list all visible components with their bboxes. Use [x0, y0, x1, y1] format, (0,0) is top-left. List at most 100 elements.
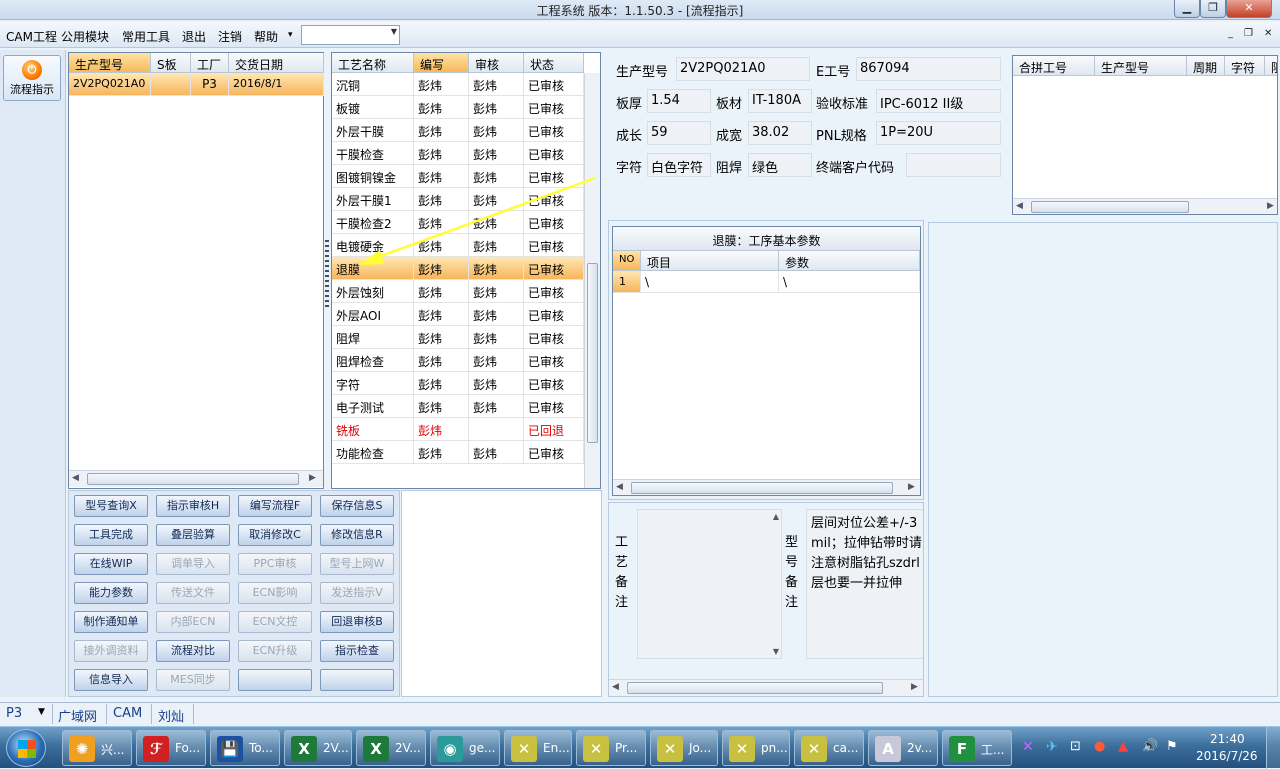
action-button-10[interactable]: 调单导入	[156, 553, 230, 575]
mdi-close-icon[interactable]: ✕	[1264, 28, 1272, 39]
splitter-handle[interactable]	[325, 240, 329, 310]
action-button-17[interactable]: 制作通知单	[74, 611, 148, 633]
col-header-factory[interactable]: 工厂	[191, 53, 229, 73]
tray-network-icon[interactable]: ⊡	[1070, 739, 1081, 754]
show-desktop-button[interactable]	[1266, 727, 1280, 769]
action-button-15[interactable]: ECN影响	[238, 582, 312, 604]
action-button-25[interactable]: 信息导入	[74, 669, 148, 691]
status-factory[interactable]: P3	[6, 706, 22, 721]
col-header-merge-code[interactable]: 合拼工号	[1013, 56, 1095, 76]
action-button-28[interactable]	[320, 669, 394, 691]
taskbar-task[interactable]: ℱ Fo...	[136, 730, 206, 766]
scroll-left-icon[interactable]: ◀	[72, 473, 79, 483]
action-button-6[interactable]: 叠层验算	[156, 524, 230, 546]
action-button-19[interactable]: ECN文控	[238, 611, 312, 633]
col-header-model[interactable]: 生产型号	[69, 53, 151, 73]
col-header-silk[interactable]: 字符	[1225, 56, 1265, 76]
action-button-23[interactable]: ECN升级	[238, 640, 312, 662]
taskbar-task[interactable]: ✺ 兴...	[62, 730, 132, 766]
col-header-item[interactable]: 项目	[641, 251, 779, 271]
tray-flag-icon[interactable]: ⚑	[1166, 739, 1178, 754]
scroll-thumb[interactable]	[631, 482, 893, 494]
action-button-2[interactable]: 指示审核H	[156, 495, 230, 517]
action-button-11[interactable]: PPC审核	[238, 553, 312, 575]
action-button-8[interactable]: 修改信息R	[320, 524, 394, 546]
mask-field[interactable]: 绿色	[748, 153, 812, 177]
scroll-left-icon[interactable]: ◀	[1016, 201, 1023, 211]
length-field[interactable]: 59	[647, 121, 711, 145]
pnl-field[interactable]: 1P=20U	[876, 121, 1001, 145]
model-remark-textarea[interactable]: 层间对位公差+/-3mil；拉伸钻带时请注意树脂钻孔szdrl层也要一并拉伸	[806, 509, 923, 659]
scroll-down-icon[interactable]: ▼	[773, 647, 779, 656]
action-button-20[interactable]: 回退审核B	[320, 611, 394, 633]
action-button-9[interactable]: 在线WIP	[74, 553, 148, 575]
mdi-minimize-icon[interactable]: _	[1228, 28, 1233, 39]
tray-vs-icon[interactable]: ✕	[1022, 739, 1034, 755]
col-header-no[interactable]: NO	[613, 251, 641, 271]
scroll-thumb[interactable]	[587, 263, 598, 443]
col-header-cycle[interactable]: 周期	[1187, 56, 1225, 76]
maximize-button[interactable]: ❐	[1200, 0, 1226, 18]
menu-combo[interactable]: ▼	[301, 25, 400, 45]
param-hscrollbar[interactable]: ◀ ▶	[613, 479, 920, 495]
col-header-merge-model[interactable]: 生产型号	[1095, 56, 1187, 76]
help-dropdown-icon[interactable]: ▾	[288, 30, 293, 40]
volume-icon[interactable]: 🔊	[1142, 739, 1158, 754]
clock-time[interactable]: 21:40	[1210, 732, 1245, 746]
standard-field[interactable]: IPC-6012 II级	[876, 89, 1001, 113]
chevron-down-icon[interactable]: ▼	[38, 707, 45, 717]
scroll-right-icon[interactable]: ▶	[908, 482, 915, 492]
col-header-value[interactable]: 参数	[779, 251, 920, 271]
action-button-4[interactable]: 保存信息S	[320, 495, 394, 517]
taskbar-task[interactable]: ✕ En...	[504, 730, 572, 766]
scroll-thumb[interactable]	[87, 473, 299, 485]
taskbar-task[interactable]: ✕ pn...	[722, 730, 790, 766]
taskbar-task[interactable]: X 2V...	[284, 730, 352, 766]
action-button-26[interactable]: MES同步	[156, 669, 230, 691]
merge-hscrollbar[interactable]: ◀ ▶	[1013, 198, 1277, 214]
action-button-7[interactable]: 取消修改C	[238, 524, 312, 546]
action-button-5[interactable]: 工具完成	[74, 524, 148, 546]
scroll-left-icon[interactable]: ◀	[612, 682, 619, 692]
taskbar-task[interactable]: A 2v...	[868, 730, 938, 766]
taskbar-task[interactable]: X 2V...	[356, 730, 426, 766]
thickness-field[interactable]: 1.54	[647, 89, 711, 113]
col-header-delivery-date[interactable]: 交货日期	[229, 53, 324, 73]
action-button-14[interactable]: 传送文件	[156, 582, 230, 604]
scroll-right-icon[interactable]: ▶	[309, 473, 316, 483]
menu-help[interactable]: 帮助	[254, 28, 278, 45]
scroll-right-icon[interactable]: ▶	[1267, 201, 1274, 211]
col-header-process[interactable]: 工艺名称	[332, 53, 414, 73]
action-button-1[interactable]: 型号查询X	[74, 495, 148, 517]
process-vscrollbar[interactable]	[584, 73, 600, 488]
action-button-16[interactable]: 发送指示V	[320, 582, 394, 604]
action-button-12[interactable]: 型号上网W	[320, 553, 394, 575]
menu-exit[interactable]: 退出	[182, 28, 206, 45]
col-header-status[interactable]: 状态	[524, 53, 584, 73]
remarks-hscrollbar[interactable]: ◀ ▶	[609, 679, 923, 696]
scroll-thumb[interactable]	[627, 682, 883, 694]
width-field[interactable]: 38.02	[748, 121, 812, 145]
process-remark-textarea[interactable]: ▲ ▼	[637, 509, 782, 659]
start-button[interactable]	[6, 729, 46, 767]
taskbar-task[interactable]: ✕ Pr...	[576, 730, 646, 766]
action-button-13[interactable]: 能力参数	[74, 582, 148, 604]
col-header-reviewer[interactable]: 审核	[469, 53, 524, 73]
tray-alert-icon[interactable]: ▲	[1118, 739, 1128, 754]
action-button-27[interactable]	[238, 669, 312, 691]
silk-field[interactable]: 白色字符	[647, 153, 711, 177]
taskbar-task[interactable]: F 工...	[942, 730, 1012, 766]
e-code-field[interactable]: 867094	[856, 57, 1001, 81]
menu-cam[interactable]: CAM工程	[6, 28, 57, 45]
customer-field[interactable]	[906, 153, 1001, 177]
scroll-thumb[interactable]	[1031, 201, 1189, 213]
action-button-18[interactable]: 内部ECN	[156, 611, 230, 633]
clock-date[interactable]: 2016/7/26	[1196, 749, 1258, 763]
scroll-right-icon[interactable]: ▶	[911, 682, 918, 692]
scroll-up-icon[interactable]: ▲	[773, 512, 779, 521]
taskbar-task[interactable]: ✕ Jo...	[650, 730, 718, 766]
material-field[interactable]: IT-180A	[748, 89, 812, 113]
taskbar-task[interactable]: 💾 To...	[210, 730, 280, 766]
product-model-field[interactable]: 2V2PQ021A0	[676, 57, 810, 81]
close-button[interactable]: ✕	[1226, 0, 1272, 18]
